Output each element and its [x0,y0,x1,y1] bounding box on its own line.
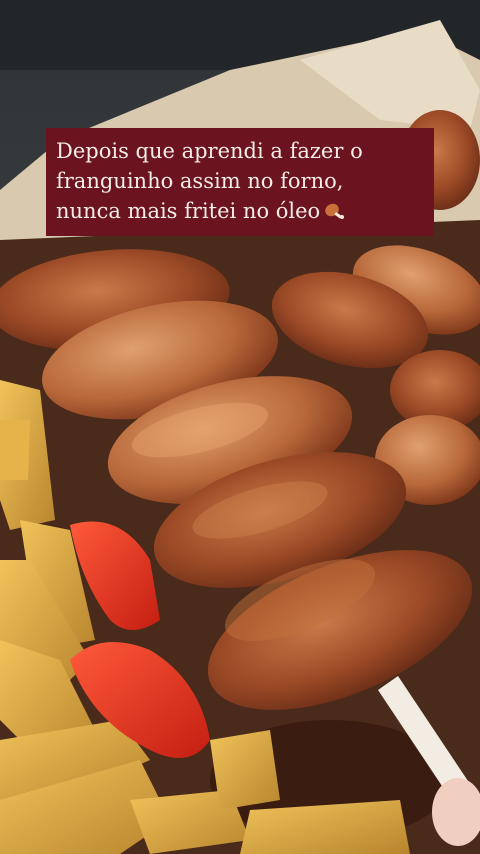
caption-line-1: Depois que aprendi a fazer o [56,139,363,163]
caption-box: Depois que aprendi a fazer o franguinho … [46,128,434,236]
caption-line-3: nunca mais fritei no óleo [56,196,424,226]
caption-line-3-text: nunca mais fritei no óleo [56,199,321,223]
caption-line-2: franguinho assim no forno, [56,169,344,193]
poultry-leg-icon [325,203,345,219]
